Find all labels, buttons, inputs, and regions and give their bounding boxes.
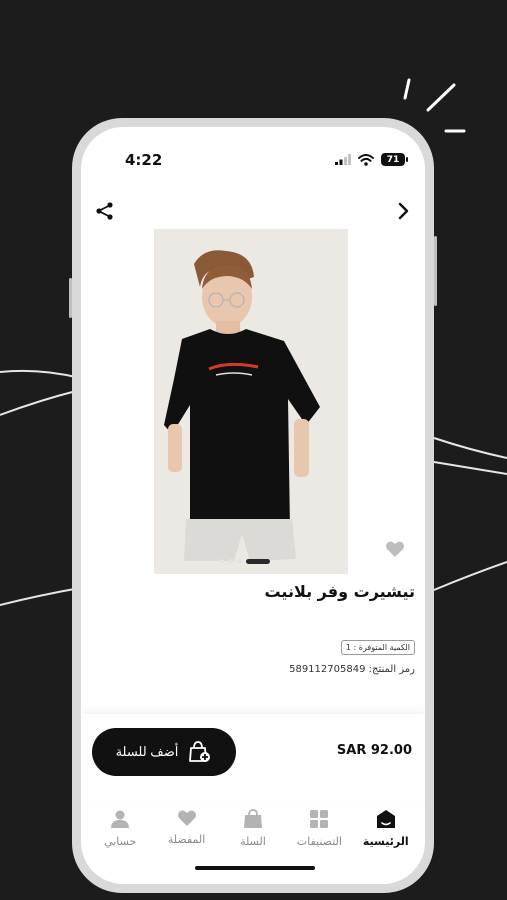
tab-home[interactable]: الرئيسية — [354, 805, 418, 880]
sku-label: رمز المنتج: — [368, 664, 415, 675]
phone-frame: 4:22 71 تيشيرت وفر بلانيت الكمية المتوفر… — [69, 118, 437, 893]
tab-account-label: حسابي — [104, 835, 137, 848]
share-icon[interactable] — [95, 201, 115, 221]
status-icons: 71 — [335, 153, 408, 166]
tab-home-label: الرئيسية — [362, 835, 409, 848]
battery-indicator: 71 — [381, 153, 408, 166]
carousel-dot[interactable] — [228, 559, 233, 564]
tab-favorites-label: المفضلة — [167, 833, 206, 846]
status-bar: 4:22 71 — [81, 147, 425, 173]
wifi-icon — [358, 153, 374, 166]
home-icon — [376, 810, 395, 828]
heart-icon — [177, 810, 196, 826]
image-carousel-indicator[interactable] — [219, 559, 270, 564]
signal-icon — [335, 154, 351, 165]
sku-value: 589112705849 — [289, 664, 366, 675]
product-title: تيشيرت وفر بلانيت — [264, 582, 415, 601]
add-to-bag-icon — [189, 741, 211, 762]
top-navigation — [81, 197, 425, 227]
home-indicator — [195, 866, 315, 870]
app-screen: 4:22 71 تيشيرت وفر بلانيت الكمية المتوفر… — [81, 127, 425, 884]
carousel-dot[interactable] — [237, 559, 242, 564]
tab-account[interactable]: حسابي — [88, 805, 152, 880]
chevron-right-icon[interactable] — [397, 201, 411, 221]
product-sku: رمز المنتج: 589112705849 — [289, 664, 415, 675]
add-to-cart-label: أضف للسلة — [115, 744, 179, 759]
cart-bar: أضف للسلة SAR 92.00 — [81, 714, 425, 802]
carousel-dot[interactable] — [219, 559, 224, 564]
tab-cart-label: السلة — [240, 835, 266, 848]
status-time: 4:22 — [125, 151, 163, 169]
available-quantity-badge: الكمية المتوفرة : 1 — [340, 640, 415, 655]
product-price: SAR 92.00 — [336, 743, 412, 758]
heart-icon[interactable] — [385, 540, 405, 558]
grid-icon — [310, 810, 329, 828]
carousel-dot-active[interactable] — [246, 559, 270, 564]
phone-volume-button — [69, 278, 72, 318]
product-image[interactable] — [154, 229, 348, 574]
add-to-cart-button[interactable]: أضف للسلة — [92, 728, 236, 776]
user-icon — [111, 810, 130, 828]
product-photo-tshirt-model — [154, 229, 348, 574]
cart-icon — [243, 809, 262, 828]
tab-categories-label: التصنيفات — [296, 835, 342, 848]
phone-power-button — [434, 236, 437, 306]
